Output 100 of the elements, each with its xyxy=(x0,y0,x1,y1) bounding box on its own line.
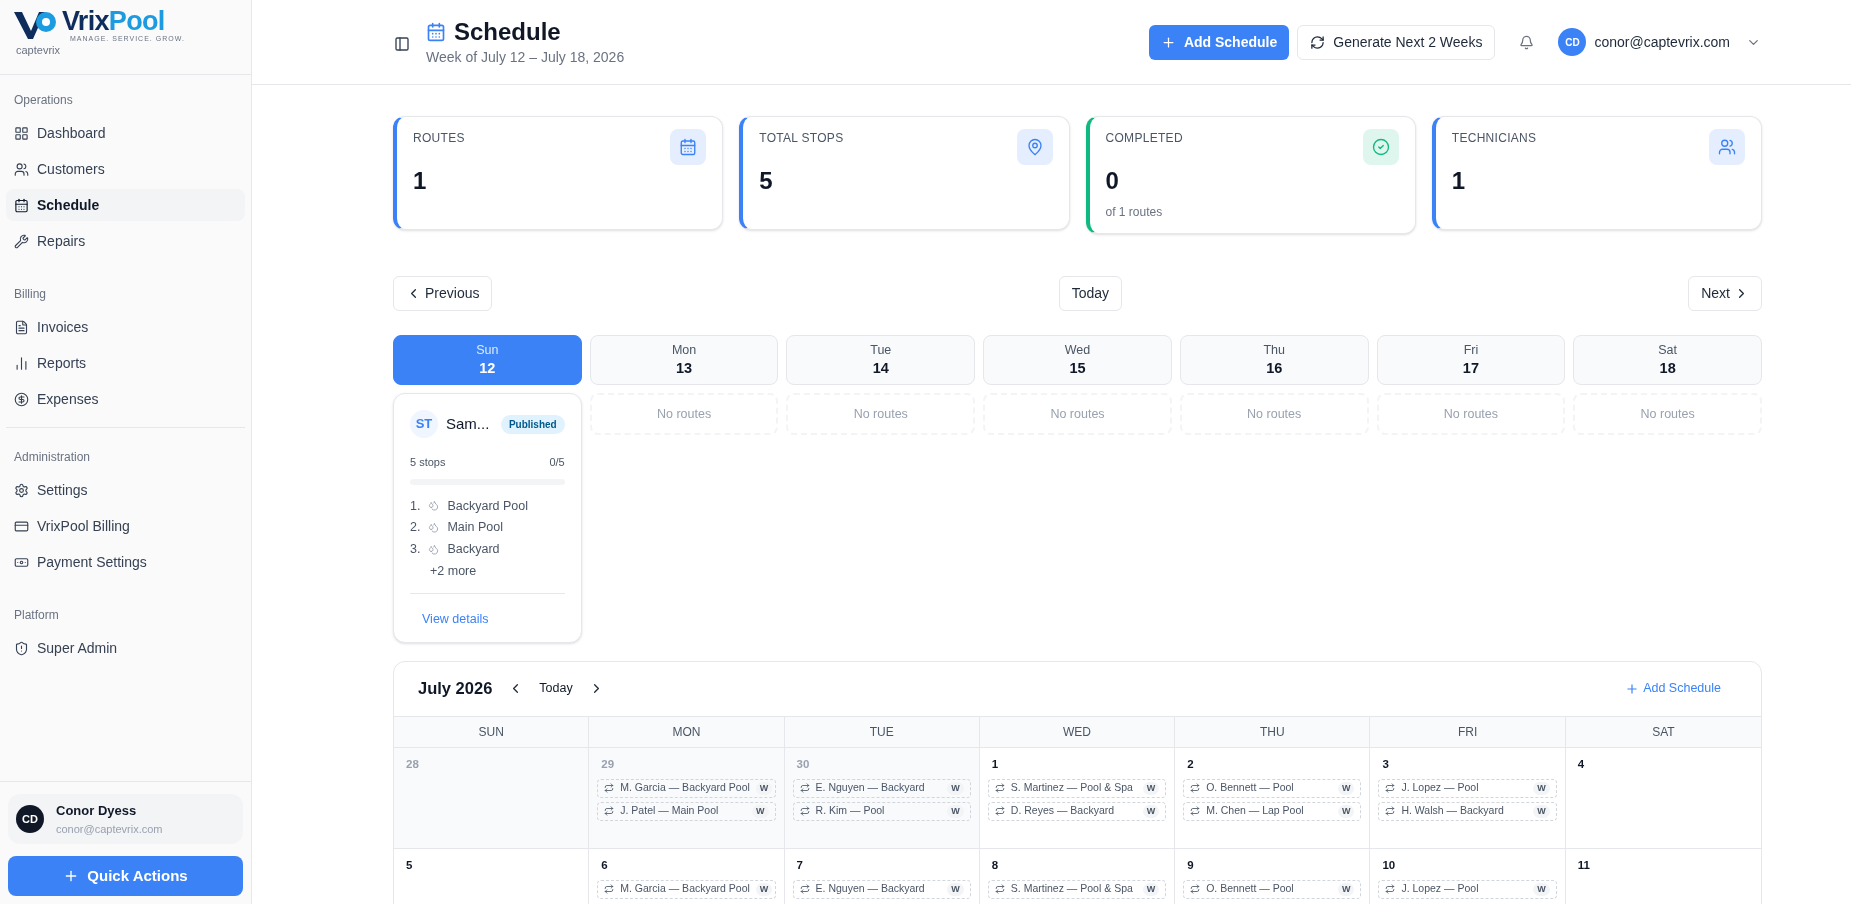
view-details-link[interactable]: View details xyxy=(422,611,489,626)
bar-chart-icon xyxy=(14,355,29,371)
schedule-event[interactable]: M. Garcia — Backyard Pool W xyxy=(597,778,776,798)
nav-item[interactable]: Settings xyxy=(6,474,245,506)
stat-value: 1 xyxy=(413,166,428,196)
technician-name: Sam... xyxy=(446,413,490,434)
schedule-event[interactable]: E. Nguyen — Backyard W xyxy=(792,778,971,798)
schedule-event[interactable]: R. Kim — Pool W xyxy=(792,801,971,821)
calendar-day-cell[interactable]: 29 M. Garcia — Backyard Pool W J. Patel — Main Pool W xyxy=(589,747,785,848)
day-tab[interactable]: Thu 16 xyxy=(1179,335,1369,385)
today-button[interactable]: Today xyxy=(539,679,573,698)
generate-button[interactable]: Generate Next 2 Weeks xyxy=(1297,24,1496,60)
route-card[interactable]: ST Sam... Published 5 stops 0/5 1. Backyard Pool 2. Main Pool 3. Backyard +2 more View details xyxy=(393,393,582,643)
calendar-day-cell[interactable]: 30 E. Nguyen — Backyard W R. Kim — Pool W xyxy=(784,747,980,848)
no-routes-text: No routes xyxy=(656,405,712,423)
next-button[interactable]: Next xyxy=(1688,276,1762,311)
quick-actions-button[interactable]: Quick Actions xyxy=(8,856,243,896)
stat-label: COMPLETED xyxy=(1105,130,1184,147)
nav-item[interactable]: Payment Settings xyxy=(6,546,245,578)
frequency-badge: W xyxy=(1533,781,1550,795)
day-number: 7 xyxy=(795,857,804,873)
month-title: July 2026 xyxy=(418,678,493,700)
add-schedule-link[interactable]: Add Schedule xyxy=(1625,679,1721,698)
repeat-icon xyxy=(1385,884,1396,895)
section-heading: Operations xyxy=(13,92,74,109)
stop-number: 1. xyxy=(410,497,421,515)
event-label: S. Martinez — Pool & Spa xyxy=(1010,780,1133,796)
stat-label: TECHNICIANS xyxy=(1451,130,1538,147)
frequency-badge: W xyxy=(1337,781,1355,795)
droplets-icon xyxy=(428,522,440,534)
day-number: 30 xyxy=(795,756,811,772)
refresh-icon xyxy=(1310,34,1326,50)
nav-item[interactable]: Customers xyxy=(6,153,245,185)
schedule-event[interactable]: J. Patel — Main Pool W xyxy=(597,801,776,821)
event-label: S. Martinez — Pool & Spa xyxy=(1010,881,1133,897)
add-schedule-button[interactable]: Add Schedule xyxy=(1148,24,1290,60)
nav-item[interactable]: Reports xyxy=(6,347,245,379)
schedule-event[interactable]: O. Bennett — Pool W xyxy=(1183,778,1362,798)
schedule-event[interactable]: J. Lopez — Pool W xyxy=(1378,778,1557,798)
day-number: 5 xyxy=(405,857,414,873)
frequency-badge: W xyxy=(755,882,773,896)
plus-icon xyxy=(1625,681,1640,696)
schedule-event[interactable]: M. Chen — Lap Pool W xyxy=(1183,801,1362,821)
day-number: 2 xyxy=(1186,756,1195,772)
schedule-event[interactable]: S. Martinez — Pool & Spa W xyxy=(987,879,1167,899)
today-button[interactable]: Today xyxy=(1058,276,1122,311)
day-tab[interactable]: Fri 17 xyxy=(1376,335,1566,385)
schedule-event[interactable]: H. Walsh — Backyard W xyxy=(1378,801,1557,821)
repeat-icon xyxy=(994,783,1005,794)
no-routes-text: No routes xyxy=(1640,405,1695,423)
frequency-badge: W xyxy=(1142,804,1160,818)
user-card[interactable]: CD Conor Dyess conor@captevrix.com xyxy=(8,794,243,844)
day-tab[interactable]: Wed 15 xyxy=(983,335,1172,385)
weekday-header: WED xyxy=(979,716,1176,747)
user-avatar: CD xyxy=(1558,28,1587,56)
sidebar-toggle-icon[interactable] xyxy=(394,36,410,52)
nav-item[interactable]: Invoices xyxy=(6,311,245,343)
user-email: conor@captevrix.com xyxy=(56,821,163,837)
day-tab[interactable]: Tue 14 xyxy=(786,335,976,385)
event-label: M. Garcia — Backyard Pool xyxy=(620,881,750,897)
repeat-icon xyxy=(799,806,810,817)
repeat-icon xyxy=(994,806,1005,817)
nav-item[interactable]: Super Admin xyxy=(6,632,245,664)
stop-name: Backyard xyxy=(447,541,500,558)
no-routes-text: No routes xyxy=(1247,405,1302,423)
event-label: E. Nguyen — Backyard xyxy=(815,780,925,796)
nav-item[interactable]: VrixPool Billing xyxy=(6,510,245,542)
schedule-event[interactable]: E. Nguyen — Backyard W xyxy=(792,879,971,899)
nav-item[interactable]: Expenses xyxy=(6,383,245,415)
schedule-event[interactable]: M. Garcia — Backyard Pool W xyxy=(597,879,776,899)
section-heading: Billing xyxy=(13,286,47,303)
account-menu[interactable]: CD conor@captevrix.com xyxy=(1558,28,1761,56)
shield-icon xyxy=(14,640,29,656)
technician-avatar: ST xyxy=(410,410,438,438)
repeat-icon xyxy=(1190,783,1201,794)
day-number: 1 xyxy=(990,756,1000,772)
schedule-event[interactable]: D. Reyes — Backyard W xyxy=(987,801,1167,821)
credit-card-icon xyxy=(14,518,29,534)
schedule-event[interactable]: O. Bennett — Pool W xyxy=(1183,879,1362,899)
day-tab[interactable]: Sat 18 xyxy=(1573,335,1762,385)
nav-item[interactable]: Schedule xyxy=(6,189,245,221)
logo-icon xyxy=(12,9,58,41)
calendar-icon xyxy=(14,197,29,213)
frequency-badge: W xyxy=(1337,882,1355,896)
day-tab[interactable]: Mon 13 xyxy=(589,335,779,385)
bell-icon[interactable] xyxy=(1519,34,1535,50)
stat-label: ROUTES xyxy=(413,130,466,147)
schedule-event[interactable]: J. Lopez — Pool W xyxy=(1378,879,1557,899)
plus-icon xyxy=(1160,34,1176,50)
frequency-badge: W xyxy=(1142,781,1160,795)
stat-value: 5 xyxy=(759,166,774,196)
stat-value: 1 xyxy=(1451,166,1467,196)
schedule-event[interactable]: S. Martinez — Pool & Spa W xyxy=(987,778,1167,798)
nav-item[interactable]: Repairs xyxy=(6,225,245,257)
event-label: R. Kim — Pool xyxy=(815,803,885,819)
day-tab[interactable]: Sun 12 xyxy=(393,335,582,385)
previous-button[interactable]: Previous xyxy=(393,276,493,311)
no-routes-text: No routes xyxy=(1443,405,1498,423)
droplets-icon xyxy=(428,543,440,555)
nav-item[interactable]: Dashboard xyxy=(6,117,245,149)
